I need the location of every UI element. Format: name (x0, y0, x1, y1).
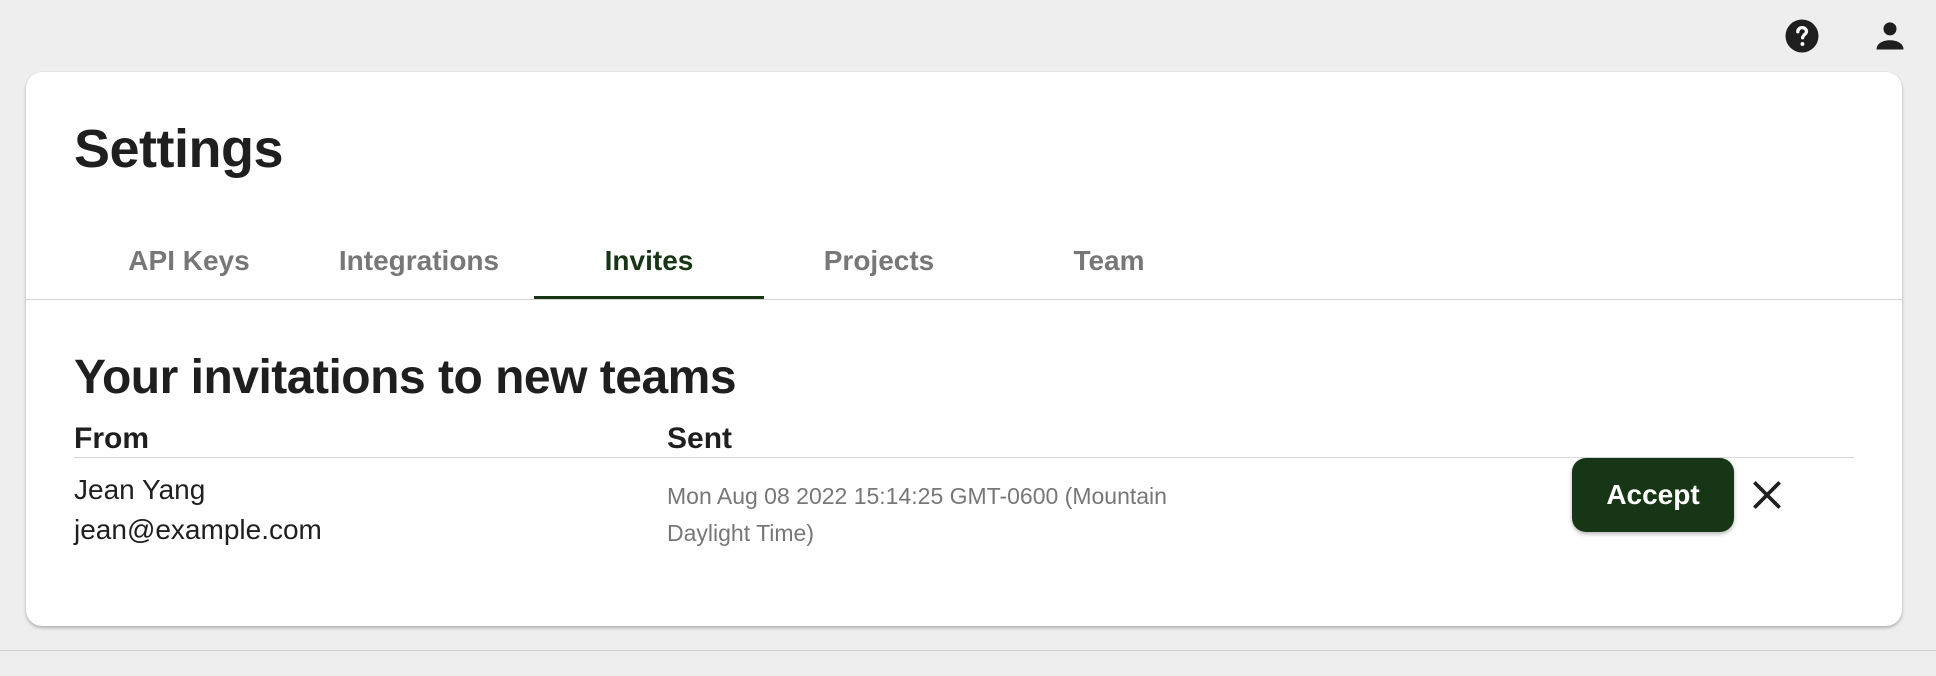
page-divider (0, 650, 1936, 651)
table-row: Jean Yang jean@example.com Mon Aug 08 20… (74, 458, 1854, 572)
tab-invites[interactable]: Invites (534, 222, 764, 300)
tab-team[interactable]: Team (994, 222, 1224, 300)
settings-tabs: API Keys Integrations Invites Projects T… (74, 222, 1224, 300)
help-button[interactable] (1782, 16, 1822, 56)
tab-projects[interactable]: Projects (764, 222, 994, 300)
close-icon (1753, 481, 1781, 509)
invite-sent-date: Mon Aug 08 2022 15:14:25 GMT-0600 (Mount… (667, 483, 1167, 546)
page-title: Settings (74, 119, 284, 179)
inviter-email: jean@example.com (74, 514, 322, 545)
inviter-name: Jean Yang (74, 474, 206, 505)
settings-card: Settings API Keys Integrations Invites P… (26, 72, 1902, 626)
top-bar (0, 0, 1936, 72)
tab-integrations[interactable]: Integrations (304, 222, 534, 300)
person-icon (1876, 22, 1904, 50)
section-title: Your invitations to new teams (74, 351, 737, 404)
help-circle-icon (1785, 19, 1819, 53)
column-header-sent: Sent (667, 422, 733, 455)
account-button[interactable] (1870, 16, 1910, 56)
column-header-from: From (74, 422, 149, 455)
invites-table-header: From Sent (74, 422, 1854, 458)
accept-button[interactable]: Accept (1572, 458, 1734, 532)
decline-button[interactable] (1746, 474, 1788, 516)
tabs-divider (26, 299, 1902, 300)
tab-api-keys[interactable]: API Keys (74, 222, 304, 300)
